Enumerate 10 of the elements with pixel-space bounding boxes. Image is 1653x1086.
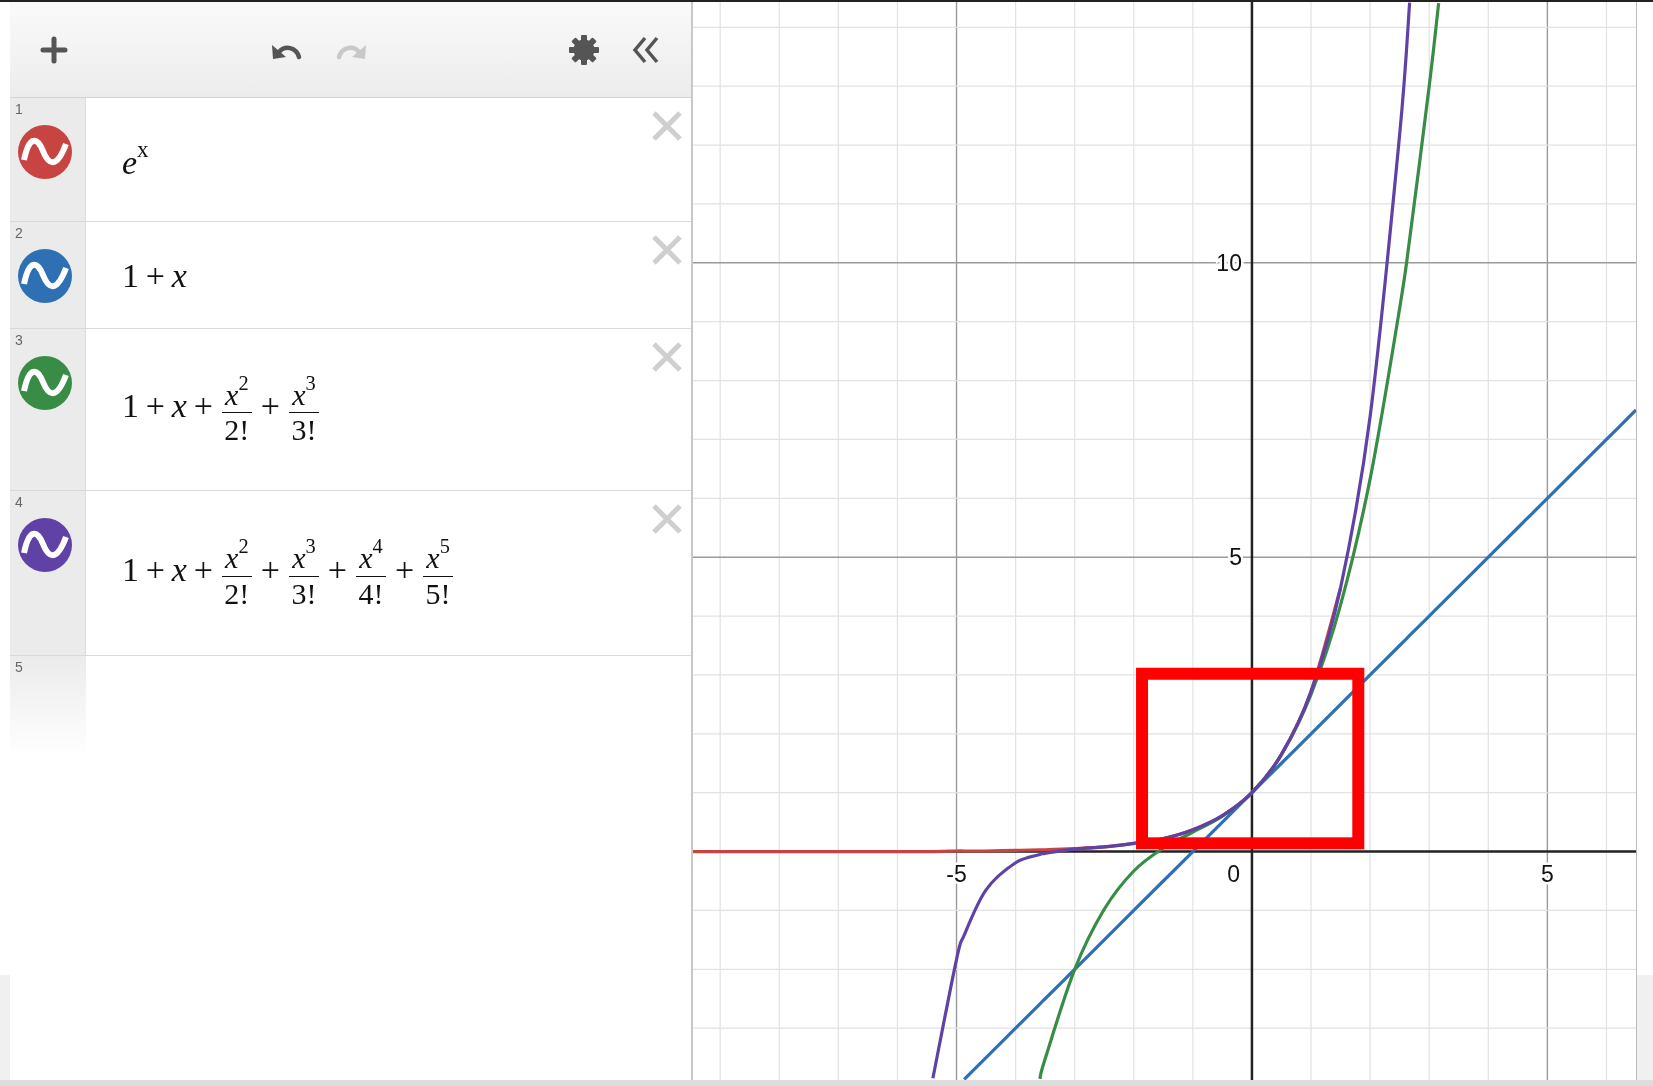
tick-label: 0 (1227, 860, 1240, 887)
row-number: 1 (15, 102, 23, 116)
tick-label: 5 (1229, 544, 1242, 571)
tick-label: 5 (1540, 860, 1554, 887)
tick-label: 10 (1216, 249, 1242, 276)
row-number: 5 (15, 660, 23, 674)
row-number: 3 (15, 333, 23, 347)
row-number: 2 (15, 226, 23, 240)
tick-label: -5 (946, 860, 967, 887)
row-number: 4 (15, 495, 23, 509)
